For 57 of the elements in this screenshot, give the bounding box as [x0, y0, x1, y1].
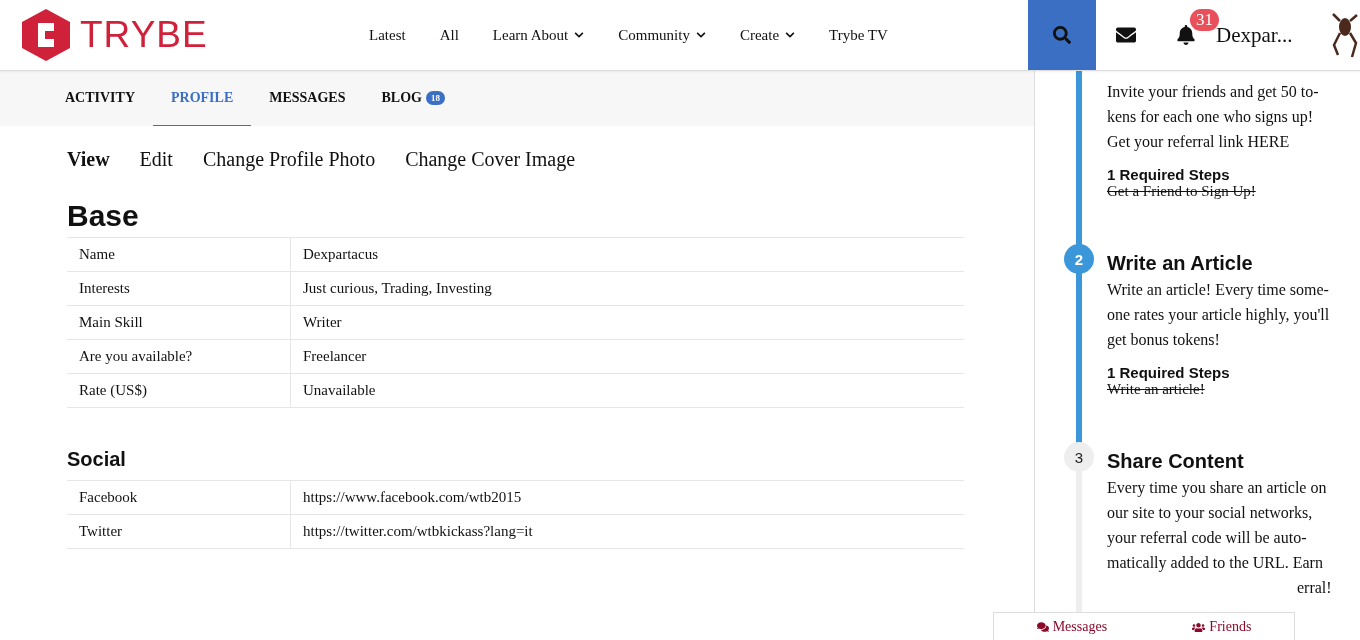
step-description-fragment: erral! [1296, 578, 1333, 598]
section-heading: Social [67, 448, 127, 471]
subnav-link[interactable]: Change Cover Image [405, 148, 576, 171]
field-label: Twitter [67, 515, 291, 548]
field-label: Name [67, 238, 291, 271]
chat-bar-link[interactable]: Messages [1036, 619, 1108, 635]
nav-link[interactable]: Trybe TV [812, 26, 905, 44]
avatar-icon [1330, 11, 1360, 59]
field-label: Interests [67, 272, 291, 305]
field-value: https://twitter.com/wtbkickass?lang=it [302, 522, 534, 541]
task-item: Write an article! [1107, 381, 1206, 398]
chevron-icon [695, 30, 706, 40]
step-title: Share Content [1107, 450, 1245, 473]
step-description: Invite your friends and get 50 to- kens for each one who signs up! Get your referral link HERE [1107, 82, 1320, 153]
step-title: Write an Article [1107, 252, 1254, 275]
chat-icon [1036, 621, 1049, 633]
field-value: Freelancer [302, 347, 368, 366]
field-value: Writer [302, 313, 343, 332]
field-label: Main Skill [67, 306, 291, 339]
profile-tab[interactable]: MESSAGES [251, 71, 364, 126]
task-item: Get a Friend to Sign Up! [1107, 183, 1257, 200]
chevron-icon [785, 30, 796, 40]
count-badge: 18 [425, 91, 445, 105]
required-steps-label: 1 Required Steps [1107, 166, 1231, 183]
field-value: https://www.facebook.com/wtb2015 [302, 488, 523, 507]
step-number: 2 [1064, 244, 1094, 274]
subnav-link[interactable]: View [67, 148, 110, 171]
field-label: Are you available? [67, 340, 291, 373]
search-icon [1053, 26, 1071, 44]
username[interactable]: Dexpar... [1216, 22, 1316, 48]
field-label: Facebook [67, 481, 291, 514]
field-value: Just curious, Trading, Investing [302, 279, 493, 298]
nav-link[interactable]: Latest [352, 26, 423, 44]
field-label: Rate (US$) [67, 374, 291, 407]
subnav-link[interactable]: Change Profile Photo [202, 148, 376, 171]
logo-icon [22, 9, 70, 61]
profile-tab[interactable]: BLOG 18 [363, 71, 463, 126]
chat-bar-link[interactable]: Friends [1192, 619, 1252, 635]
nav-link[interactable]: All [422, 26, 476, 44]
field-value: Unavailable [302, 381, 377, 400]
envelope-icon [1116, 25, 1136, 45]
logo-text: TRYBE [80, 14, 208, 56]
search-button[interactable] [1028, 0, 1096, 70]
step-number: 3 [1064, 442, 1094, 472]
field-value: Dexpartacus [302, 245, 379, 264]
step-description: Write an article! Every time some- one rates your article highly, you'll get bonus tokens! [1107, 280, 1331, 351]
nav-link[interactable]: Community [601, 26, 723, 44]
section-heading: Base [67, 199, 140, 233]
subnav-link[interactable]: Edit [139, 148, 173, 171]
nav-link[interactable]: Create [722, 26, 813, 44]
profile-tab[interactable]: ACTIVITY [47, 71, 153, 126]
required-steps-label: 1 Required Steps [1107, 364, 1231, 381]
nav-link[interactable]: Learn About [475, 26, 602, 44]
profile-tab[interactable]: PROFILE [153, 71, 252, 126]
bell-icon [1176, 25, 1196, 45]
chevron-icon [574, 30, 585, 40]
users-icon [1192, 620, 1206, 634]
